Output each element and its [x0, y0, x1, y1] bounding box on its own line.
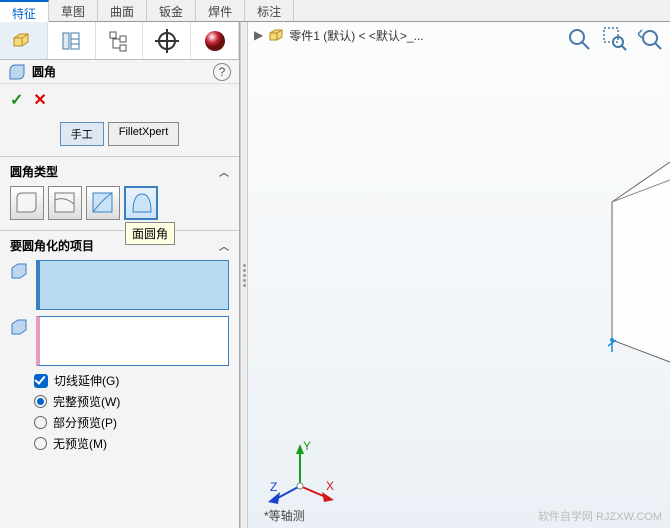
no-preview-label: 无预览(M) — [53, 435, 107, 452]
checkbox-icon — [34, 374, 48, 388]
view-toolbar — [566, 26, 664, 52]
faceset-1-row — [10, 260, 229, 310]
method-row: 手工 FilletXpert — [0, 116, 239, 156]
watermark: 软件自学网 RJZXW.COM — [538, 508, 662, 524]
main-tabs: 特征 草图 曲面 钣金 焊件 标注 — [0, 0, 670, 22]
radio-icon — [34, 416, 47, 429]
no-preview-option[interactable]: 无预览(M) — [34, 435, 229, 452]
tangent-option[interactable]: 切线延伸(G) — [34, 372, 229, 389]
zoom-fit-icon[interactable] — [566, 26, 592, 52]
fillet-type-title: 圆角类型 ︿ — [10, 163, 229, 180]
svg-text:X: X — [326, 479, 334, 493]
mode-feature-tab[interactable] — [0, 22, 48, 59]
tab-weldment[interactable]: 焊件 — [196, 0, 245, 21]
confirm-row: ✓ ✕ — [0, 84, 239, 116]
full-preview-option[interactable]: 完整预览(W) — [34, 393, 229, 410]
fillet-type-row: 面圆角 — [10, 186, 229, 220]
svg-text:Y: Y — [303, 439, 311, 453]
zoom-area-icon[interactable] — [602, 26, 628, 52]
full-preview-label: 完整预览(W) — [53, 393, 120, 410]
filletxpert-button[interactable]: FilletXpert — [108, 122, 180, 146]
fillet-type-face[interactable] — [86, 186, 120, 220]
radio-icon — [34, 395, 47, 408]
fillet-type-full-round[interactable] — [124, 186, 158, 220]
tree-icon — [106, 28, 132, 54]
svg-text:Z: Z — [270, 480, 277, 494]
cancel-button[interactable]: ✕ — [33, 90, 46, 110]
feature-title: 圆角 — [32, 63, 56, 80]
mode-tabs — [0, 22, 239, 60]
splitter[interactable] — [240, 22, 248, 528]
fillet-type-label: 圆角类型 — [10, 163, 58, 180]
view-triad-icon: Y X Z — [264, 436, 336, 508]
part-icon — [267, 26, 285, 44]
tab-sketch[interactable]: 草图 — [49, 0, 98, 21]
type-tooltip: 面圆角 — [125, 222, 175, 245]
tab-sheetmetal[interactable]: 钣金 — [147, 0, 196, 21]
view-name: *等轴测 — [264, 507, 305, 524]
tab-annotate[interactable]: 标注 — [245, 0, 294, 21]
breadcrumb-text: 零件1 (默认) < <默认>_... — [289, 27, 423, 44]
fillet-type-section: 圆角类型 ︿ 面圆角 — [0, 156, 239, 230]
mode-config-tab[interactable] — [48, 22, 96, 59]
fillet-type-variable[interactable] — [48, 186, 82, 220]
crosshair-icon — [154, 28, 180, 54]
preview-options: 切线延伸(G) 完整预览(W) 部分预览(P) 无预览(M) — [10, 372, 229, 452]
tab-feature[interactable]: 特征 — [0, 0, 49, 22]
chevron-up-icon[interactable]: ︿ — [219, 164, 229, 179]
partial-preview-option[interactable]: 部分预览(P) — [34, 414, 229, 431]
fillet-type-constant[interactable] — [10, 186, 44, 220]
feature-header: 圆角 ? — [0, 60, 239, 84]
columns-icon — [58, 28, 84, 54]
mode-target-tab[interactable] — [143, 22, 191, 59]
face-icon — [10, 318, 30, 338]
tangent-label: 切线延伸(G) — [54, 372, 119, 389]
sphere-icon — [202, 28, 228, 54]
mode-appearance-tab[interactable] — [191, 22, 239, 59]
help-button[interactable]: ? — [213, 63, 231, 81]
fillet-icon — [8, 63, 26, 81]
property-panel: 圆角 ? ✓ ✕ 手工 FilletXpert 圆角类型 ︿ — [0, 22, 240, 528]
part-3d-model — [610, 162, 670, 362]
ok-button[interactable]: ✓ — [10, 90, 23, 110]
zoom-prev-icon[interactable] — [638, 26, 664, 52]
face-icon — [10, 262, 30, 282]
mode-tree-tab[interactable] — [96, 22, 144, 59]
chevron-right-icon: ▶ — [254, 28, 263, 42]
items-section: 要圆角化的项目 ︿ 切线延伸(G) 完整预览(W) — [0, 230, 239, 466]
faceset-2-row — [10, 316, 229, 366]
partial-preview-label: 部分预览(P) — [53, 414, 117, 431]
radio-icon — [34, 437, 47, 450]
items-label: 要圆角化的项目 — [10, 237, 94, 254]
manual-button[interactable]: 手工 — [60, 122, 104, 146]
chevron-up-icon[interactable]: ︿ — [219, 238, 229, 253]
faceset-2-list[interactable] — [36, 316, 229, 366]
items-title: 要圆角化的项目 ︿ — [10, 237, 229, 254]
feature-tab-icon — [10, 28, 36, 54]
viewport[interactable]: ▶ 零件1 (默认) < <默认>_... Y X — [248, 22, 670, 528]
tab-surface[interactable]: 曲面 — [98, 0, 147, 21]
faceset-1-list[interactable] — [36, 260, 229, 310]
